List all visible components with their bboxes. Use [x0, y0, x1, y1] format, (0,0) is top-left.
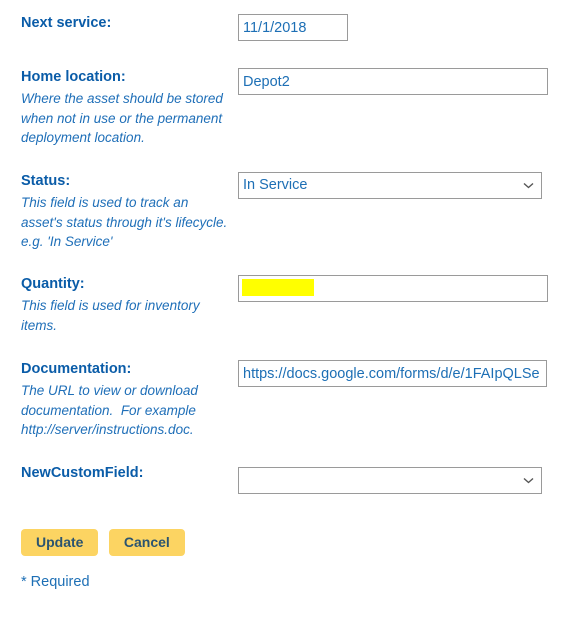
form-action-bar: Update Cancel [21, 529, 191, 556]
newcustomfield-control-column [238, 467, 542, 494]
chevron-down-icon [523, 468, 534, 493]
quantity-control-column [238, 275, 548, 302]
update-button[interactable]: Update [21, 529, 99, 556]
quantity-redaction-highlight [242, 279, 314, 296]
newcustomfield-label: NewCustomField: [21, 465, 144, 481]
status-label: Status: [21, 173, 71, 189]
status-label-column: Status: This field is used to track an a… [21, 172, 231, 252]
documentation-label-column: Documentation: The URL to view or downlo… [21, 360, 231, 440]
cancel-button[interactable]: Cancel [108, 529, 185, 556]
quantity-label-column: Quantity: This field is used for invento… [21, 275, 231, 335]
chevron-down-icon [523, 173, 534, 198]
documentation-help-text: The URL to view or download documentatio… [21, 383, 202, 437]
status-control-column: In Service [238, 172, 542, 199]
status-select-value: In Service [243, 177, 308, 193]
home-location-label: Home location: [21, 69, 126, 85]
next-service-label-column: Next service: [21, 14, 231, 33]
newcustomfield-label-column: NewCustomField: [21, 464, 231, 483]
documentation-input[interactable] [238, 360, 547, 387]
asset-edit-form: Next service: Home location: Where the a… [0, 0, 582, 626]
required-note: * Required [21, 574, 90, 590]
documentation-label: Documentation: [21, 361, 132, 377]
home-location-input[interactable] [238, 68, 548, 95]
status-help-text: This field is used to track an asset's s… [21, 195, 232, 249]
next-service-label: Next service: [21, 15, 112, 31]
next-service-control-column [238, 14, 348, 41]
newcustomfield-select[interactable] [238, 467, 542, 494]
next-service-input[interactable] [238, 14, 348, 41]
home-location-help-text: Where the asset should be stored when no… [21, 91, 227, 145]
quantity-help-text: This field is used for inventory items. [21, 298, 204, 333]
quantity-label: Quantity: [21, 276, 85, 292]
status-select[interactable]: In Service [238, 172, 542, 199]
home-location-label-column: Home location: Where the asset should be… [21, 68, 231, 148]
home-location-control-column [238, 68, 548, 95]
documentation-control-column [238, 360, 547, 387]
